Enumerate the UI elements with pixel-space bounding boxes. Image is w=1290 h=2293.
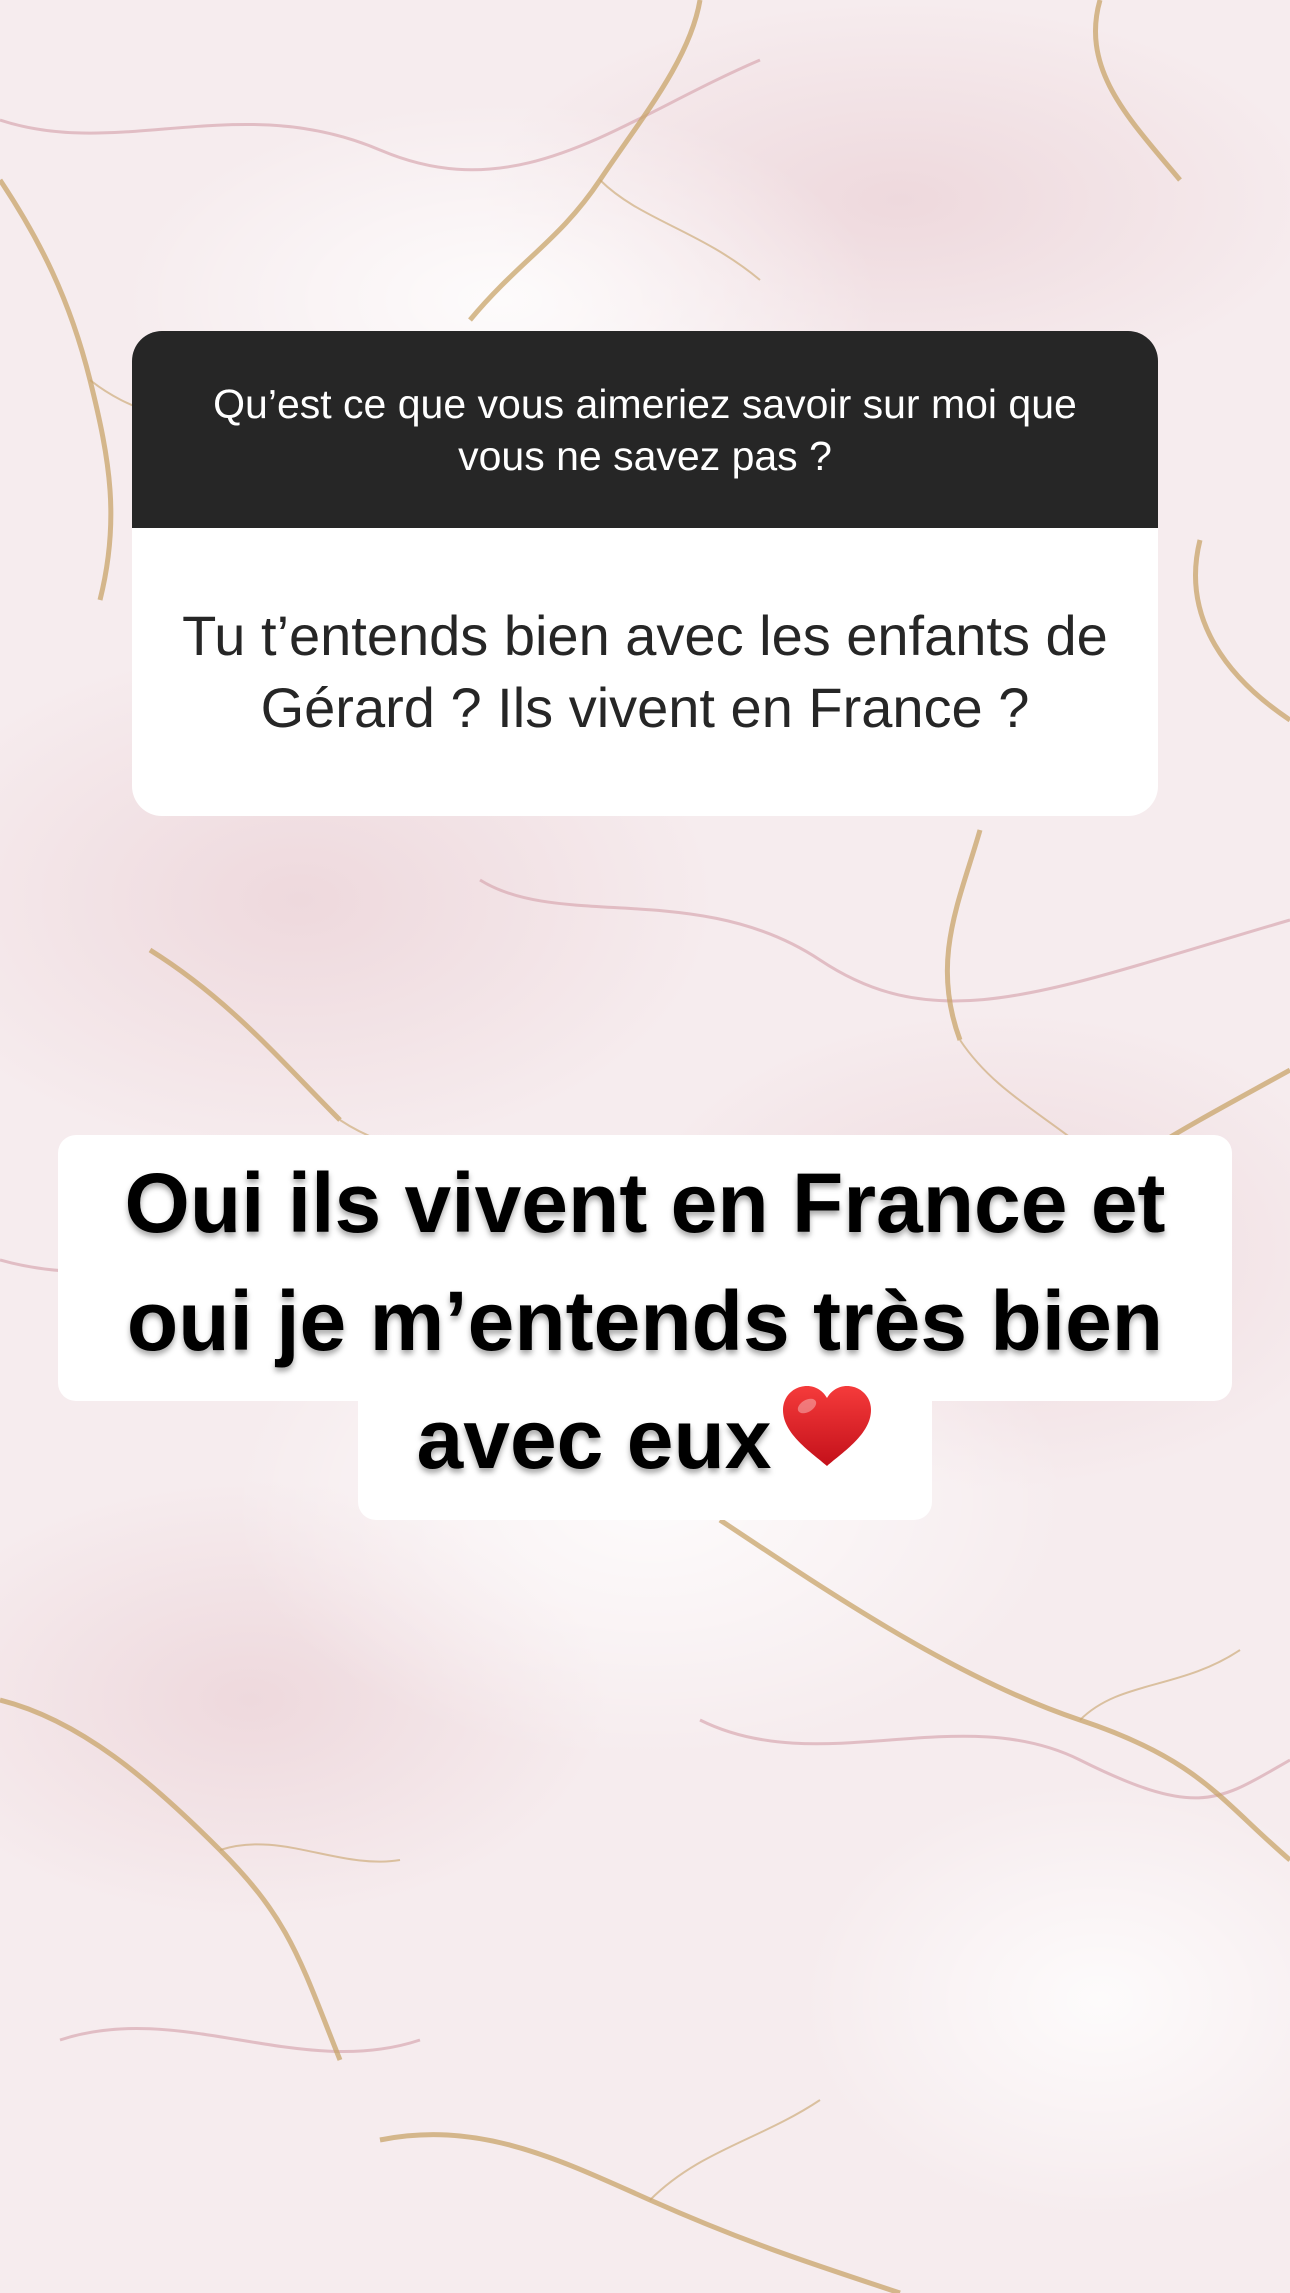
answer-line-3: avec eux	[416, 1392, 772, 1486]
question-sticker-body: Tu t’entends bien avec les enfants de Gé…	[132, 528, 1158, 816]
question-response: Tu t’entends bien avec les enfants de Gé…	[182, 604, 1108, 739]
answer-line-2: oui je m’entends très bien	[126, 1274, 1164, 1368]
story-canvas: Qu’est ce que vous aimeriez savoir sur m…	[0, 0, 1290, 2293]
answer-line-3-wrap: avec eux	[0, 1380, 1290, 1498]
question-sticker-header: Qu’est ce que vous aimeriez savoir sur m…	[132, 331, 1158, 528]
heart-icon	[781, 1380, 873, 1498]
question-prompt: Qu’est ce que vous aimeriez savoir sur m…	[213, 380, 1077, 479]
answer-text[interactable]: Oui ils vivent en France et oui je m’ent…	[0, 1144, 1290, 1498]
answer-line-1: Oui ils vivent en France et	[124, 1156, 1166, 1250]
question-sticker[interactable]: Qu’est ce que vous aimeriez savoir sur m…	[132, 331, 1158, 816]
